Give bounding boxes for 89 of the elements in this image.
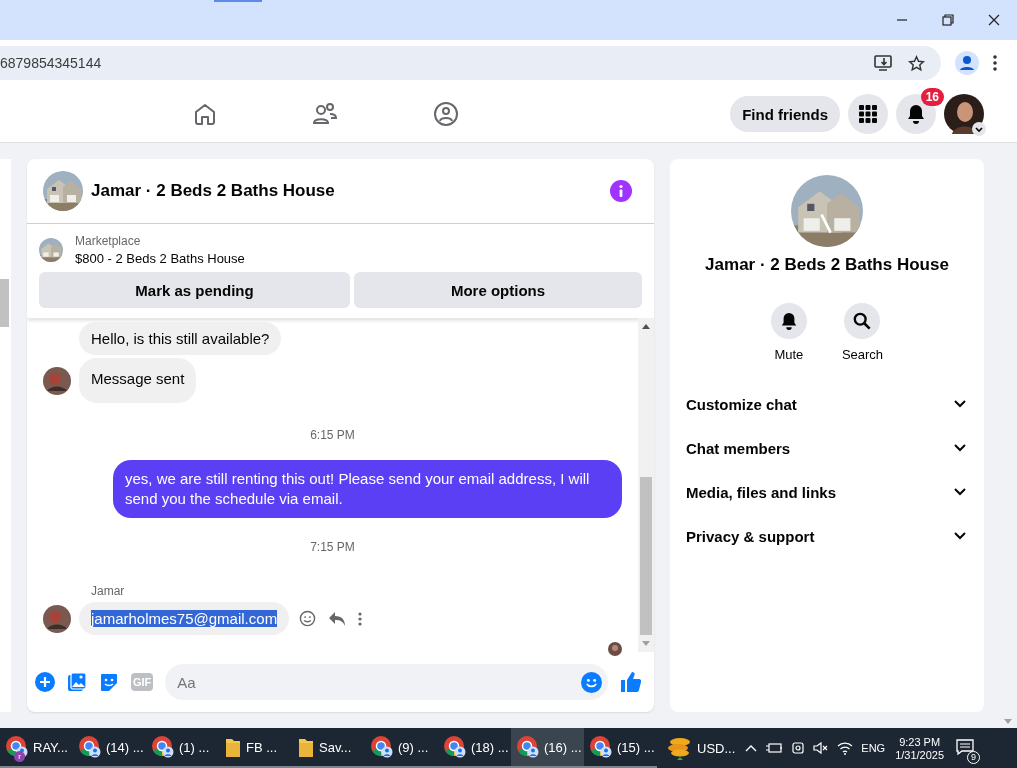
action-button[interactable] [770, 303, 807, 339]
browser-icon [444, 736, 466, 758]
chevron-icon [954, 532, 966, 540]
scroll-up-icon[interactable] [642, 324, 650, 329]
message-bubble: yes, we are still renting this out! Please send your email address, I will send you the schedule via email. [113, 460, 622, 518]
sticker-icon[interactable] [99, 672, 119, 692]
sender-name: Jamar [91, 584, 125, 598]
action-button[interactable]: Mark as pending [39, 272, 350, 308]
wifi-icon[interactable] [837, 741, 854, 755]
message-field[interactable]: Aa [165, 664, 608, 700]
mute-icon[interactable] [813, 741, 830, 755]
account-badge: r [14, 751, 25, 762]
plus-icon[interactable] [35, 672, 55, 692]
friends-icon[interactable] [312, 102, 338, 126]
timestamp: 7:15 PM [310, 540, 355, 554]
section-header[interactable]: Chat members [678, 426, 976, 470]
seen-avatar [608, 642, 622, 656]
chat-name: Jamar · 2 Beds 2 Baths House [705, 255, 949, 275]
listing-source: Marketplace [75, 234, 142, 248]
browser-icon [590, 736, 612, 758]
coins-icon [667, 736, 693, 760]
message-bubble: Hello, is this still available? [79, 322, 282, 355]
install-icon[interactable] [874, 55, 892, 71]
bell-icon [779, 312, 798, 330]
notification-badge: 16 [920, 88, 944, 106]
browser-icon [517, 736, 539, 758]
browser-icon [371, 736, 393, 758]
emoji-icon[interactable] [299, 610, 317, 627]
groups-icon[interactable] [433, 101, 459, 127]
taskbar-item[interactable]: (16) ... [511, 728, 584, 768]
search-icon [853, 312, 872, 330]
taskbar-item[interactable]: Sav... [292, 728, 365, 768]
avatar[interactable] [43, 604, 71, 633]
reply-icon[interactable] [328, 610, 347, 627]
avatar[interactable] [43, 366, 71, 395]
chat-title: Jamar · 2 Beds 2 Baths House [91, 181, 336, 201]
emoji-icon[interactable] [581, 672, 602, 693]
section-header[interactable]: Privacy & support [678, 514, 976, 558]
chevron-up-icon[interactable] [745, 744, 758, 752]
action-label: Search [841, 347, 884, 362]
language-indicator[interactable]: ENG [861, 742, 886, 754]
message-bubble: jamarholmes75@gmail.com [79, 602, 290, 635]
browser-icon [6, 736, 28, 758]
more-icon[interactable] [358, 611, 363, 626]
chevron-icon [954, 444, 966, 452]
battery-icon[interactable] [765, 742, 784, 754]
scrollbar[interactable] [0, 279, 9, 327]
folder-icon [298, 736, 314, 758]
menu-button[interactable] [848, 94, 888, 134]
section-header[interactable]: Media, files and links [678, 470, 976, 514]
star-icon[interactable] [908, 54, 925, 72]
action-label: Mute [774, 347, 804, 362]
find-friends-button[interactable]: Find friends [730, 96, 840, 132]
taskbar-item[interactable]: (14) ... [73, 728, 146, 768]
browser-icon [152, 736, 174, 758]
taskbar-item[interactable]: FB ... [219, 728, 292, 768]
address-bar[interactable]: 6879854345144 [0, 46, 941, 80]
thumbs-up-icon[interactable] [620, 671, 642, 693]
notification-icon[interactable] [956, 738, 975, 755]
action-button[interactable] [844, 303, 881, 339]
photo-icon[interactable] [67, 672, 87, 692]
taskbar-item[interactable]: (15) ... [584, 728, 657, 768]
menu-icon[interactable] [993, 55, 997, 71]
message-bubble: Message sent [79, 358, 197, 403]
folder-icon [225, 736, 241, 758]
caret-icon[interactable] [972, 122, 986, 136]
taskbar-item[interactable]: (9) ... [365, 728, 438, 768]
profile-avatar[interactable] [944, 94, 984, 134]
chevron-icon [954, 488, 966, 496]
profile-icon[interactable] [955, 51, 979, 75]
scrollbar[interactable] [638, 318, 654, 652]
currency-widget[interactable]: USD... [667, 736, 736, 760]
notification-count: 9 [967, 750, 981, 764]
grid-icon [858, 104, 878, 124]
listing-title[interactable]: $800 - 2 Beds 2 Baths House [75, 251, 245, 266]
taskbar-item[interactable]: r RAY... [0, 728, 73, 768]
action-button[interactable]: More options [354, 272, 642, 308]
camera-icon[interactable] [791, 741, 806, 755]
bell-icon [906, 104, 926, 124]
clock[interactable]: 9:23 PM 1/31/2025 [893, 735, 947, 761]
section-header[interactable]: Customize chat [678, 382, 976, 426]
home-icon[interactable] [193, 102, 217, 126]
restore-icon[interactable] [942, 14, 954, 26]
chevron-icon [954, 400, 966, 408]
timestamp: 6:15 PM [310, 428, 355, 442]
info-icon[interactable] [610, 180, 632, 202]
close-icon[interactable] [988, 14, 1000, 26]
taskbar-item[interactable]: (1) ... [146, 728, 219, 768]
browser-icon [79, 736, 101, 758]
